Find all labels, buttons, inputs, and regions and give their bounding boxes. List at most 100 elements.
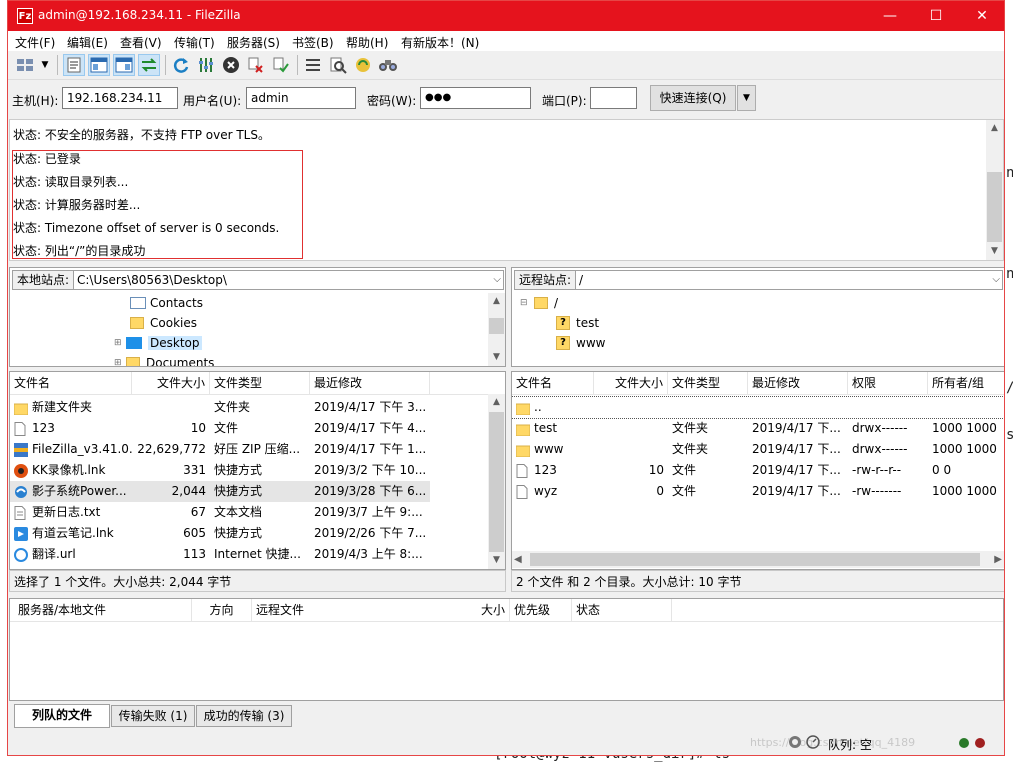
toggle-local-tree-icon[interactable] bbox=[88, 54, 110, 76]
minimize-button[interactable]: — bbox=[867, 1, 913, 31]
file-row[interactable]: 影子系统Power... 2,044 快捷方式 2019/3/28 下午 6... bbox=[10, 481, 430, 502]
search-icon[interactable] bbox=[327, 54, 349, 76]
menu-help[interactable]: 帮助(H) bbox=[346, 34, 388, 51]
file-row[interactable]: 新建文件夹 文件夹 2019/4/17 下午 3... bbox=[10, 397, 505, 418]
site-manager-icon[interactable] bbox=[12, 54, 38, 76]
menu-new-version[interactable]: 有新版本！(N) bbox=[401, 34, 479, 51]
column-header-modified[interactable]: 最近修改 bbox=[748, 372, 848, 394]
transfer-queue[interactable]: 服务器/本地文件 方向 远程文件 大小 优先级 状态 bbox=[9, 598, 1004, 701]
column-header-owner[interactable]: 所有者/组 bbox=[928, 372, 1004, 394]
cancel-icon[interactable] bbox=[220, 54, 242, 76]
toggle-queue-icon[interactable] bbox=[138, 54, 160, 76]
local-path-combo[interactable]: C:\Users\80563\Desktop\ ⌵ bbox=[73, 270, 504, 290]
refresh-icon[interactable] bbox=[170, 54, 192, 76]
chevron-down-icon[interactable]: ⌵ bbox=[992, 271, 1000, 289]
column-header-permissions[interactable]: 权限 bbox=[848, 372, 928, 394]
toggle-remote-tree-icon[interactable] bbox=[113, 54, 135, 76]
cell-size: 10 bbox=[132, 418, 206, 439]
file-row[interactable]: www 文件夹 2019/4/17 下... drwx------ 1000 1000 bbox=[512, 439, 1004, 460]
file-row[interactable]: 翻译.url 113 Internet 快捷... 2019/4/3 上午 8:... bbox=[10, 544, 505, 565]
password-input[interactable]: ●●● bbox=[420, 87, 531, 109]
menu-file[interactable]: 文件(F) bbox=[15, 34, 55, 51]
local-tree-scrollbar[interactable]: ▲ ▼ bbox=[488, 293, 505, 366]
quickconnect-dropdown-icon[interactable]: ▼ bbox=[737, 85, 756, 111]
column-header-server-local[interactable]: 服务器/本地文件 bbox=[14, 599, 192, 621]
scroll-down-icon[interactable]: ▼ bbox=[986, 243, 1003, 260]
cell-text: 0 bbox=[656, 484, 664, 498]
column-header-size[interactable]: 文件大小 bbox=[594, 372, 668, 394]
quickconnect-button[interactable]: 快速连接(Q) bbox=[650, 85, 736, 111]
column-header-type[interactable]: 文件类型 bbox=[668, 372, 748, 394]
scroll-thumb[interactable] bbox=[987, 172, 1002, 242]
tree-item-documents[interactable]: ⊞ Documents bbox=[114, 356, 214, 366]
file-row[interactable]: 123 10 文件 2019/4/17 下午 4... bbox=[10, 418, 505, 439]
scroll-thumb[interactable] bbox=[530, 553, 980, 566]
file-row[interactable]: 123 10 文件 2019/4/17 下... -rw-r--r-- 0 0 bbox=[512, 460, 1004, 481]
toggle-log-icon[interactable] bbox=[63, 54, 85, 76]
column-header-name[interactable]: 文件名 bbox=[10, 372, 132, 394]
scroll-thumb[interactable] bbox=[489, 318, 504, 334]
tree-item-contacts[interactable]: Contacts bbox=[130, 296, 203, 310]
host-input[interactable]: 192.168.234.11 bbox=[62, 87, 178, 109]
column-header-modified[interactable]: 最近修改 bbox=[310, 372, 430, 394]
menu-bookmarks[interactable]: 书签(B) bbox=[292, 34, 334, 51]
tree-item-desktop[interactable]: ⊞ Desktop bbox=[114, 336, 202, 350]
scroll-up-icon[interactable]: ▲ bbox=[986, 120, 1003, 137]
menu-view[interactable]: 查看(V) bbox=[120, 34, 162, 51]
file-row[interactable]: FileZilla_v3.41.0... 22,629,772 好压 ZIP 压缩.… bbox=[10, 439, 505, 460]
remote-hscrollbar[interactable]: ◀ ▶ bbox=[512, 551, 1004, 568]
file-row[interactable]: .. bbox=[512, 396, 1004, 419]
file-row[interactable]: 更新日志.txt 67 文本文档 2019/3/7 上午 9:... bbox=[10, 502, 505, 523]
site-manager-dropdown-icon[interactable]: ▼ bbox=[38, 54, 52, 76]
tree-item-www[interactable]: ? www bbox=[556, 336, 605, 350]
scroll-up-icon[interactable]: ▲ bbox=[488, 293, 505, 310]
tree-item-test[interactable]: ? test bbox=[556, 316, 599, 330]
scroll-left-icon[interactable]: ◀ bbox=[514, 551, 522, 568]
log-scrollbar[interactable]: ▲ ▼ bbox=[986, 120, 1003, 260]
scroll-down-icon[interactable]: ▼ bbox=[488, 349, 505, 366]
column-header-name[interactable]: 文件名 bbox=[512, 372, 594, 394]
column-header-status[interactable]: 状态 bbox=[572, 599, 672, 621]
menu-transfer[interactable]: 传输(T) bbox=[174, 34, 215, 51]
title-bar[interactable]: Fz admin@192.168.234.11 - FileZilla — ☐ … bbox=[8, 1, 1004, 31]
find-files-icon[interactable] bbox=[377, 54, 399, 76]
tree-item-root[interactable]: ⊟ / bbox=[520, 296, 558, 310]
local-list-scrollbar[interactable]: ▲ ▼ bbox=[488, 394, 505, 569]
sync-browse-icon[interactable] bbox=[352, 54, 374, 76]
column-header-direction[interactable]: 方向 bbox=[192, 599, 252, 621]
file-row[interactable]: KK录像机.lnk 331 快捷方式 2019/3/2 下午 10... bbox=[10, 460, 505, 481]
collapse-icon[interactable]: ⊟ bbox=[520, 298, 534, 308]
tree-item-cookies[interactable]: Cookies bbox=[130, 316, 197, 330]
column-header-type[interactable]: 文件类型 bbox=[210, 372, 310, 394]
scroll-down-icon[interactable]: ▼ bbox=[488, 552, 505, 569]
disconnect-icon[interactable] bbox=[245, 54, 267, 76]
column-header-size[interactable]: 大小 bbox=[450, 599, 510, 621]
scroll-thumb[interactable] bbox=[489, 412, 504, 552]
reconnect-icon[interactable] bbox=[270, 54, 292, 76]
scroll-up-icon[interactable]: ▲ bbox=[488, 394, 505, 411]
close-button[interactable]: ✕ bbox=[959, 1, 1004, 31]
message-log[interactable]: 状态: 不安全的服务器，不支持 FTP over TLS。 状态: 已登录 状态… bbox=[9, 119, 1004, 261]
expand-icon[interactable]: ⊞ bbox=[114, 358, 126, 366]
tab-successful-transfers[interactable]: 成功的传输 (3) bbox=[196, 705, 292, 727]
remote-path-combo[interactable]: / ⌵ bbox=[575, 270, 1003, 290]
file-row[interactable]: test 文件夹 2019/4/17 下... drwx------ 1000 1000 bbox=[512, 418, 1004, 439]
tab-queued-files[interactable]: 列队的文件 bbox=[14, 704, 110, 728]
menu-edit[interactable]: 编辑(E) bbox=[67, 34, 108, 51]
menu-server[interactable]: 服务器(S) bbox=[227, 34, 280, 51]
speed-limit-icon[interactable] bbox=[806, 735, 820, 749]
column-header-priority[interactable]: 优先级 bbox=[510, 599, 572, 621]
tab-failed-transfers[interactable]: 传输失败 (1) bbox=[111, 705, 195, 727]
chevron-down-icon[interactable]: ⌵ bbox=[493, 271, 501, 289]
file-row[interactable]: 有道云笔记.lnk 605 快捷方式 2019/2/26 下午 7... bbox=[10, 523, 505, 544]
file-row[interactable]: wyz 0 文件 2019/4/17 下... -rw------- 1000 1000 bbox=[512, 481, 1004, 502]
log-line: 状态: Timezone offset of server is 0 secon… bbox=[13, 221, 280, 235]
expand-icon[interactable]: ⊞ bbox=[114, 338, 126, 348]
process-queue-icon[interactable] bbox=[195, 54, 217, 76]
port-input[interactable] bbox=[590, 87, 637, 109]
filter-icon[interactable] bbox=[302, 54, 324, 76]
column-header-size[interactable]: 文件大小 bbox=[132, 372, 210, 394]
maximize-button[interactable]: ☐ bbox=[913, 1, 959, 31]
username-input[interactable]: admin bbox=[246, 87, 356, 109]
scroll-right-icon[interactable]: ▶ bbox=[994, 551, 1002, 568]
